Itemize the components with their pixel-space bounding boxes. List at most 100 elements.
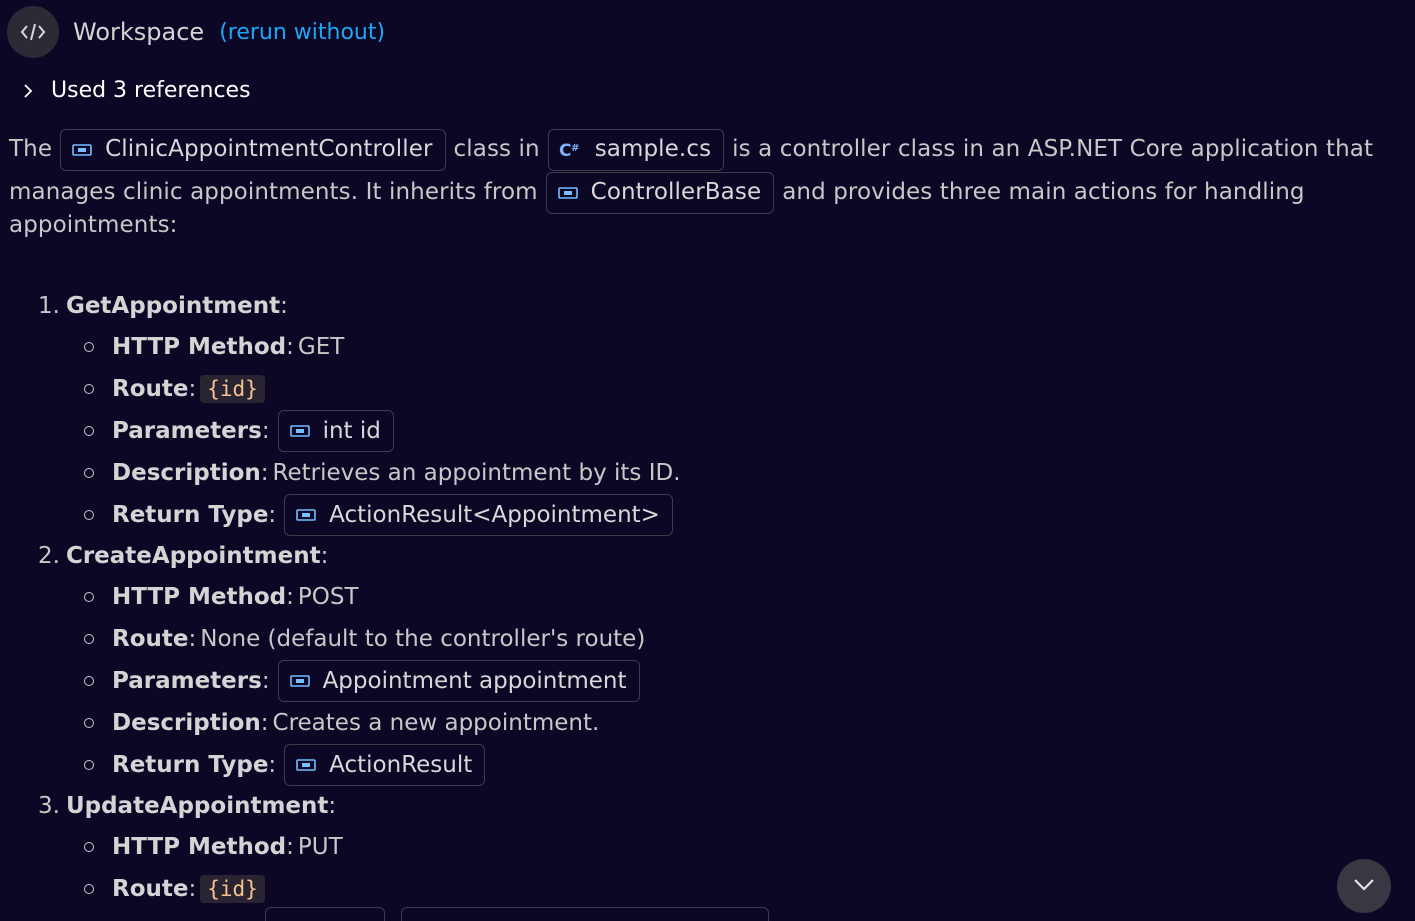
colon: :	[320, 543, 329, 569]
bullet	[84, 468, 94, 478]
csharp-file-icon: C #	[559, 141, 583, 159]
inline-code: {id}	[200, 375, 265, 403]
paragraph-text: is a controller class in an ASP.NET Core…	[732, 136, 1374, 162]
action-details: HTTP Method: PUT Route: {id}	[38, 826, 1368, 910]
chevron-right-icon	[22, 83, 38, 99]
detail-parameters: Parameters: int id	[84, 410, 1368, 452]
detail-description: Description: Retrieves an appointment by…	[84, 452, 1368, 494]
symbol-chip-parameter[interactable]: int id	[277, 410, 394, 452]
detail-value: GET	[297, 334, 345, 360]
bullet	[84, 634, 94, 644]
detail-label: Route	[112, 876, 189, 902]
bullet	[84, 884, 94, 894]
symbol-variable-icon	[295, 757, 317, 773]
colon: :	[280, 293, 288, 319]
detail-return-type: Return Type: ActionResult	[84, 744, 1368, 786]
detail-label: Route	[112, 626, 189, 652]
bullet	[84, 842, 94, 852]
truncated-chip	[265, 907, 385, 921]
symbol-variable-icon	[71, 142, 93, 158]
action-item: 2. CreateAppointment: HTTP Method: POST …	[38, 536, 1368, 786]
code-icon	[7, 6, 59, 58]
colon: :	[188, 626, 197, 652]
rerun-without-link[interactable]: (rerun without)	[219, 20, 385, 45]
detail-value: Creates a new appointment.	[272, 710, 600, 736]
detail-label: Return Type	[112, 502, 269, 528]
svg-text:C: C	[559, 141, 572, 159]
symbol-variable-icon	[557, 185, 579, 201]
paragraph-text: and provides three main actions for hand…	[782, 179, 1305, 205]
bullet	[84, 384, 94, 394]
actions-list: 1. GetAppointment: HTTP Method: GET Rout…	[38, 286, 1368, 910]
action-number: 3.	[38, 793, 60, 819]
symbol-chip-controller[interactable]: ClinicAppointmentController	[60, 128, 446, 171]
colon: :	[260, 710, 269, 736]
symbol-chip-label: int id	[322, 418, 381, 444]
action-details: HTTP Method: POST Route: None (default t…	[38, 576, 1368, 786]
bullet	[84, 718, 94, 728]
colon: :	[286, 584, 294, 610]
action-name: GetAppointment	[65, 293, 281, 319]
detail-http-method: HTTP Method: POST	[84, 576, 1368, 618]
svg-text:#: #	[571, 143, 579, 154]
detail-route: Route: {id}	[84, 368, 1368, 410]
colon: :	[261, 668, 270, 694]
symbol-variable-icon	[289, 423, 311, 439]
paragraph-line: appointments:	[9, 210, 1404, 240]
detail-value: None (default to the controller's route)	[200, 626, 646, 652]
detail-label: Parameters	[112, 668, 262, 694]
symbol-chip-label: ActionResult<Appointment>	[329, 502, 660, 528]
symbol-chip-parameter[interactable]: Appointment appointment	[277, 660, 640, 702]
symbol-chip-label: ClinicAppointmentController	[105, 136, 433, 162]
detail-label: Parameters	[112, 418, 262, 444]
action-name: CreateAppointment	[65, 543, 321, 569]
colon: :	[286, 834, 294, 860]
symbol-chip-controllerbase[interactable]: ControllerBase	[545, 171, 775, 214]
symbol-chip-label: Appointment appointment	[322, 668, 627, 694]
paragraph-text: class in	[453, 136, 540, 162]
action-number: 1.	[38, 293, 60, 319]
response-header: Workspace (rerun without)	[7, 6, 385, 58]
symbol-chip-label: ActionResult	[329, 752, 473, 778]
colon: :	[260, 460, 269, 486]
symbol-chip-return-type[interactable]: ActionResult	[284, 744, 486, 786]
symbol-chip-return-type[interactable]: ActionResult<Appointment>	[284, 494, 673, 536]
bullet	[84, 676, 94, 686]
bullet	[84, 760, 94, 770]
used-references-label: Used 3 references	[51, 78, 251, 103]
action-details: HTTP Method: GET Route: {id} Parameters:	[38, 326, 1368, 536]
colon: :	[188, 376, 197, 402]
detail-return-type: Return Type: ActionResult<Appointment>	[84, 494, 1368, 536]
paragraph-line: manages clinic appointments. It inherits…	[9, 171, 1404, 214]
paragraph-line: The ClinicAppointmentController class in…	[9, 128, 1404, 171]
bullet	[84, 592, 94, 602]
bullet	[84, 342, 94, 352]
action-name: UpdateAppointment	[65, 793, 329, 819]
symbol-variable-icon	[289, 673, 311, 689]
action-number: 2.	[38, 543, 60, 569]
action-heading: 3. UpdateAppointment:	[38, 786, 1368, 826]
chat-response-panel: Workspace (rerun without) Used 3 referen…	[0, 0, 1415, 921]
paragraph-text: The	[9, 136, 53, 162]
action-heading: 1. GetAppointment:	[38, 286, 1368, 326]
detail-label: Description	[112, 710, 261, 736]
participant-name: Workspace	[73, 18, 205, 46]
used-references-toggle[interactable]: Used 3 references	[22, 78, 251, 103]
action-item: 1. GetAppointment: HTTP Method: GET Rout…	[38, 286, 1368, 536]
colon: :	[286, 334, 294, 360]
detail-label: HTTP Method	[112, 334, 287, 360]
detail-value: Retrieves an appointment by its ID.	[272, 460, 681, 486]
intro-paragraph: The ClinicAppointmentController class in…	[9, 128, 1404, 240]
detail-label: Description	[112, 460, 261, 486]
detail-route: Route: {id}	[84, 868, 1368, 910]
file-chip-sample[interactable]: C # sample.cs	[547, 128, 725, 171]
bullet	[84, 426, 94, 436]
detail-http-method: HTTP Method: PUT	[84, 826, 1368, 868]
detail-label: HTTP Method	[112, 834, 287, 860]
action-item: 3. UpdateAppointment: HTTP Method: PUT R…	[38, 786, 1368, 910]
detail-label: HTTP Method	[112, 584, 287, 610]
scroll-to-bottom-button[interactable]	[1337, 859, 1391, 913]
detail-label: Route	[112, 376, 189, 402]
detail-http-method: HTTP Method: GET	[84, 326, 1368, 368]
detail-value: PUT	[297, 834, 343, 860]
